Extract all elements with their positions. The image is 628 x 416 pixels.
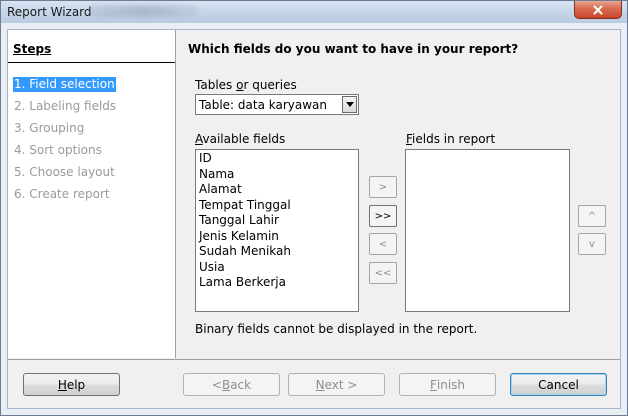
help-button[interactable]: Help <box>23 373 120 396</box>
step-item[interactable]: 3. Grouping <box>13 121 85 136</box>
available-fields-label: Available fields <box>195 132 286 146</box>
list-item[interactable]: Usia <box>199 260 225 275</box>
available-fields-list[interactable]: ID Nama Alamat Tempat Tinggal Tanggal Lahir J… <box>195 149 359 312</box>
steps-panel: Steps 1. Field selection 2. Labeling fiel… <box>8 30 176 358</box>
cancel-button[interactable]: Cancel <box>510 373 607 396</box>
remove-all-fields-button[interactable]: << <box>369 262 397 284</box>
list-item[interactable]: Tanggal Lahir <box>199 213 279 228</box>
dropdown-button[interactable] <box>342 96 357 113</box>
list-item[interactable]: Tempat Tinggal <box>199 198 291 213</box>
add-field-button[interactable]: > <box>369 176 397 198</box>
title-bar[interactable]: Report Wizard <box>1 1 627 23</box>
list-item[interactable]: Jenis Kelamin <box>199 229 279 244</box>
list-item[interactable]: Lama Berkerja <box>199 275 286 290</box>
list-item[interactable]: Alamat <box>199 182 242 197</box>
move-up-button[interactable]: ^ <box>578 205 606 227</box>
step-item[interactable]: 1. Field selection <box>13 77 116 92</box>
tables-select[interactable]: Table: data karyawan <box>195 94 359 115</box>
tables-select-value: Table: data karyawan <box>199 97 327 112</box>
window-title: Report Wizard <box>7 5 92 19</box>
step-item[interactable]: 4. Sort options <box>13 143 103 158</box>
next-button[interactable]: Next > <box>288 373 385 396</box>
tables-label: Tables or queries <box>195 78 297 92</box>
close-icon <box>593 5 603 14</box>
steps-title: Steps <box>13 42 52 56</box>
list-item[interactable]: Nama <box>199 167 234 182</box>
list-item[interactable]: ID <box>199 151 212 166</box>
footer-divider <box>8 359 620 360</box>
move-down-button[interactable]: v <box>578 233 606 255</box>
list-item[interactable]: Sudah Menikah <box>199 244 291 259</box>
step-item[interactable]: 6. Create report <box>13 187 111 202</box>
finish-button[interactable]: Finish <box>399 373 496 396</box>
add-all-fields-button[interactable]: >> <box>369 205 397 227</box>
step-item[interactable]: 2. Labeling fields <box>13 99 117 114</box>
blurred-title-area <box>89 5 199 17</box>
report-fields-list[interactable] <box>405 149 570 312</box>
chevron-down-icon <box>345 102 354 107</box>
step-item[interactable]: 5. Choose layout <box>13 165 116 180</box>
report-fields-label: Fields in report <box>406 132 496 146</box>
page-title: Which fields do you want to have in your… <box>188 42 519 56</box>
close-button[interactable] <box>574 1 622 19</box>
remove-field-button[interactable]: < <box>369 233 397 255</box>
steps-divider <box>8 62 175 63</box>
binary-fields-note: Binary fields cannot be displayed in the… <box>195 322 478 336</box>
wizard-content: Steps 1. Field selection 2. Labeling fiel… <box>7 29 621 409</box>
report-wizard-window: Report Wizard Steps 1. Field selection 2.… <box>0 0 628 416</box>
back-button[interactable]: < Back <box>183 373 280 396</box>
